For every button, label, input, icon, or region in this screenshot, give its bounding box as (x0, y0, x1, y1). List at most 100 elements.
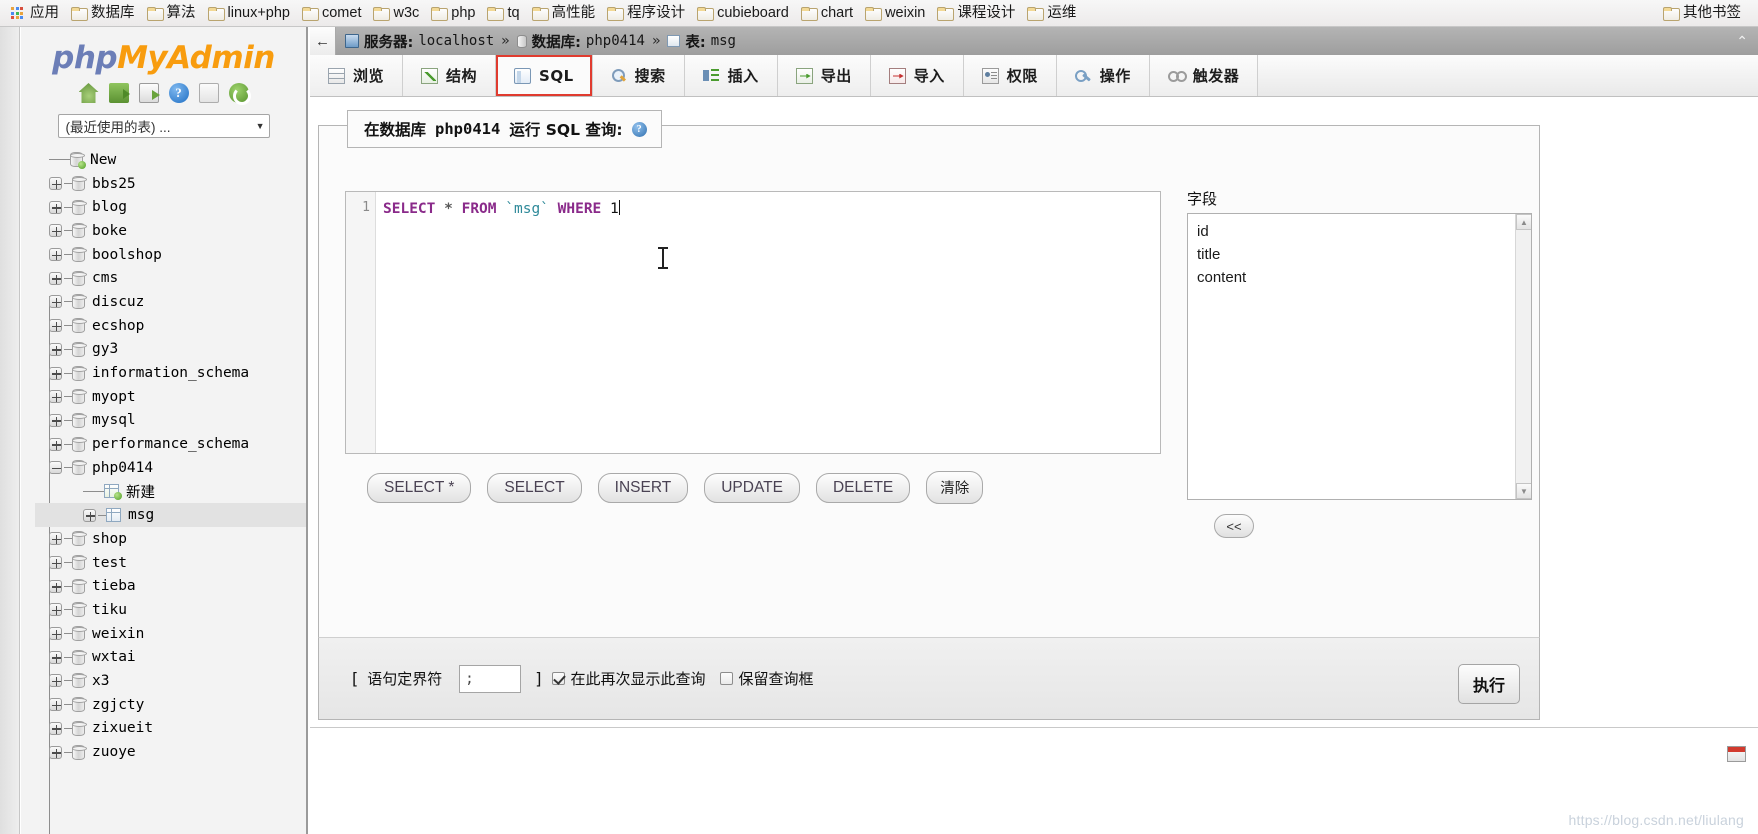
field-item[interactable]: content (1197, 266, 1531, 289)
tab-导出[interactable]: 导出 (777, 55, 871, 96)
logout-icon[interactable] (108, 83, 130, 103)
scroll-down-icon[interactable]: ▼ (1516, 483, 1531, 499)
tree-item-boolshop[interactable]: boolshop (35, 243, 306, 267)
tree-item-msg[interactable]: msg (35, 503, 306, 527)
bookmark-item[interactable]: php (426, 3, 482, 23)
recent-tables-select[interactable]: (最近使用的表) ... ▼ (57, 114, 270, 138)
home-icon[interactable] (78, 83, 99, 103)
help-icon[interactable]: ? (631, 121, 647, 137)
expand-icon[interactable] (49, 224, 62, 238)
expand-icon[interactable] (49, 721, 62, 735)
expand-icon[interactable] (49, 579, 62, 593)
tree-item-weixin[interactable]: weixin (35, 622, 306, 646)
tree-item-x3[interactable]: x3 (35, 669, 306, 693)
bookmark-item[interactable]: 高性能 (527, 3, 603, 23)
bookmark-item[interactable]: comet (297, 3, 369, 23)
help-icon[interactable]: ? (168, 83, 189, 103)
delimiter-input[interactable] (459, 664, 522, 693)
execute-button[interactable]: 执行 (1457, 664, 1520, 704)
expand-icon[interactable] (49, 627, 62, 641)
tree-item-ecshop[interactable]: ecshop (35, 314, 306, 338)
tree-item-cms[interactable]: cms (35, 266, 306, 290)
expand-icon[interactable] (49, 413, 62, 427)
expand-icon[interactable] (49, 437, 62, 451)
tree-item-mysql[interactable]: mysql (35, 409, 306, 433)
sql-editor[interactable]: 1 SELECT * FROM `msg` WHERE 1 (345, 191, 1161, 454)
expand-icon[interactable] (83, 508, 96, 522)
breadcrumb-table-value[interactable]: msg (711, 33, 736, 49)
bookmark-item[interactable]: 运维 (1022, 3, 1083, 23)
other-bookmarks-button[interactable]: 其他书签 (1658, 3, 1748, 23)
tab-权限[interactable]: 权限 (963, 55, 1057, 96)
phpmyadmin-logo[interactable]: phpMyAdmin (21, 27, 306, 76)
expand-icon[interactable] (49, 603, 62, 617)
tree-item-boke[interactable]: boke (35, 219, 306, 243)
fields-scrollbar[interactable]: ▲ ▼ (1515, 214, 1531, 499)
bookmark-item[interactable]: tq (482, 3, 526, 23)
bookmark-item[interactable]: linux+php (203, 3, 297, 23)
back-button[interactable]: ← (310, 27, 336, 55)
tree-item-blog[interactable]: blog (35, 195, 306, 219)
expand-icon[interactable] (49, 200, 62, 214)
sql-code-area[interactable]: SELECT * FROM `msg` WHERE 1 (376, 192, 1160, 453)
tree-item-performance_schema[interactable]: performance_schema (35, 432, 306, 456)
fields-list[interactable]: id title content ▲ ▼ (1187, 213, 1532, 500)
expand-icon[interactable] (49, 532, 62, 546)
tab-操作[interactable]: 操作 (1056, 55, 1150, 96)
tree-item-tieba[interactable]: tieba (35, 574, 306, 598)
docs-icon[interactable] (138, 83, 160, 103)
tree-item-tiku[interactable]: tiku (35, 598, 306, 622)
select-button[interactable]: SELECT (487, 472, 582, 503)
tree-item-zixueit[interactable]: zixueit (35, 717, 306, 741)
expand-icon[interactable] (49, 698, 62, 712)
bookmark-item[interactable]: weixin (860, 3, 932, 23)
expand-icon[interactable] (49, 745, 62, 759)
expand-icon[interactable] (49, 295, 62, 309)
apps-bookmark[interactable]: 应用 (6, 3, 66, 23)
tree-item-bbs25[interactable]: bbs25 (35, 172, 306, 196)
tab-触发器[interactable]: 触发器 (1149, 55, 1259, 96)
tree-item-php0414[interactable]: php0414 (35, 456, 306, 480)
tab-浏览[interactable]: 浏览 (310, 55, 404, 96)
bookmark-item[interactable]: 数据库 (66, 3, 142, 23)
tab-插入[interactable]: 插入 (684, 55, 778, 96)
collapse-icon[interactable] (49, 461, 62, 475)
delete-button[interactable]: DELETE (815, 472, 911, 503)
bookmark-item[interactable]: 课程设计 (932, 3, 1022, 23)
tree-item-zgjcty[interactable]: zgjcty (35, 693, 306, 717)
tab-搜索[interactable]: 搜索 (592, 55, 685, 96)
bookmark-item[interactable]: w3c (368, 3, 426, 23)
expand-icon[interactable] (49, 366, 62, 380)
tree-item-wxtai[interactable]: wxtai (35, 645, 306, 669)
copy-icon[interactable] (198, 83, 219, 103)
field-item[interactable]: title (1197, 243, 1531, 266)
bookmark-item[interactable]: cubieboard (692, 3, 796, 23)
expand-icon[interactable] (49, 390, 62, 404)
update-button[interactable]: UPDATE (704, 472, 800, 503)
expand-icon[interactable] (49, 556, 62, 570)
expand-icon[interactable] (49, 248, 62, 262)
keep-query-box-checkbox[interactable] (719, 672, 733, 685)
field-item[interactable]: id (1197, 220, 1531, 243)
bookmark-item[interactable]: 程序设计 (602, 3, 692, 23)
tree-item-shop[interactable]: shop (35, 527, 306, 551)
collapse-icon[interactable]: ⌃ (1736, 33, 1748, 50)
restore-panel-icon[interactable] (1727, 746, 1746, 762)
bookmark-item[interactable]: chart (796, 3, 860, 23)
select-star-button[interactable]: SELECT * (367, 472, 472, 503)
expand-icon[interactable] (49, 650, 62, 664)
insert-field-button[interactable]: << (1214, 514, 1254, 538)
expand-icon[interactable] (49, 177, 62, 191)
tree-item-new[interactable]: New (35, 148, 306, 172)
breadcrumb-db-value[interactable]: php0414 (586, 33, 645, 49)
tree-item---[interactable]: 新建 (35, 480, 306, 504)
tree-item-zuoye[interactable]: zuoye (35, 740, 306, 764)
expand-icon[interactable] (49, 319, 62, 333)
breadcrumb-server-value[interactable]: localhost (418, 33, 494, 49)
scroll-up-icon[interactable]: ▲ (1516, 214, 1531, 230)
tree-item-gy3[interactable]: gy3 (35, 338, 306, 362)
bookmark-item[interactable]: 算法 (142, 3, 203, 23)
reload-icon[interactable] (228, 83, 251, 105)
tree-item-test[interactable]: test (35, 551, 306, 575)
tree-item-myopt[interactable]: myopt (35, 385, 306, 409)
